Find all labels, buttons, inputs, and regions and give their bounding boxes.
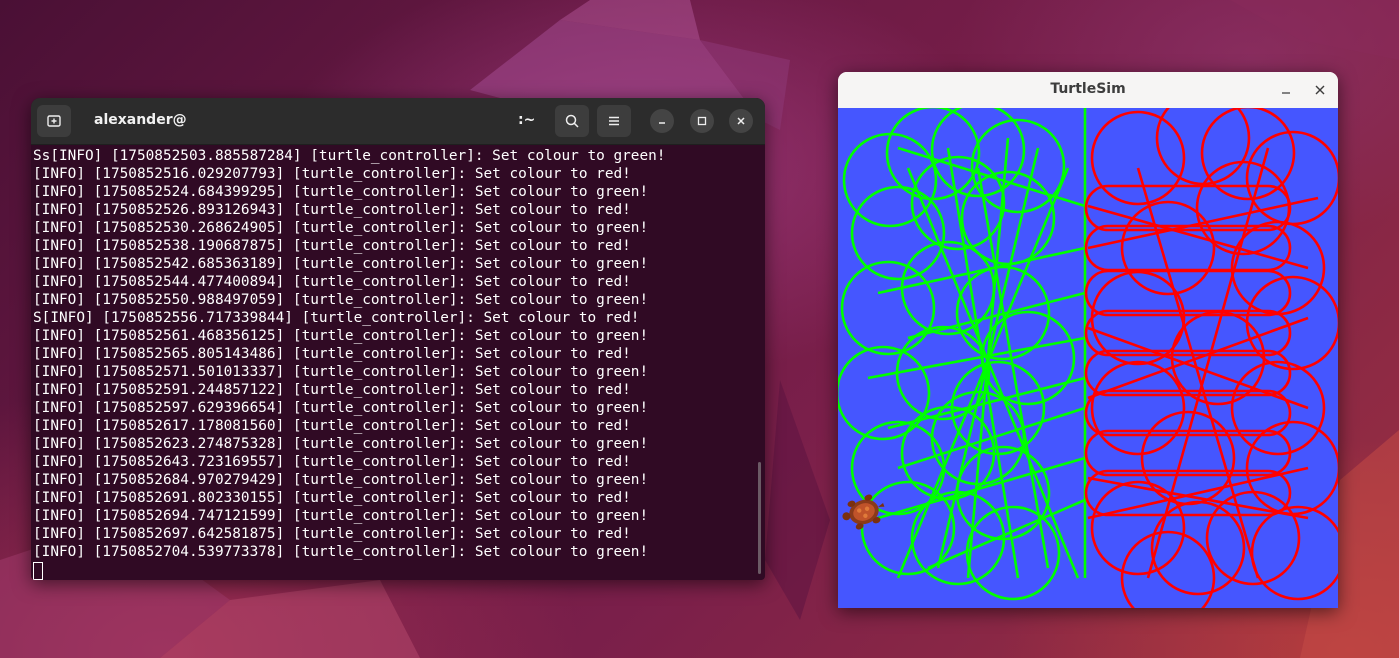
turtlesim-canvas bbox=[838, 108, 1338, 608]
minimize-icon bbox=[659, 122, 665, 124]
new-tab-icon bbox=[47, 115, 61, 127]
log-line: [INFO] [1750852691.802330155] [turtle_co… bbox=[33, 490, 631, 506]
search-button[interactable] bbox=[555, 105, 589, 137]
terminal-title: alexander@ bbox=[94, 112, 187, 128]
log-line: [INFO] [1750852704.539773378] [turtle_co… bbox=[33, 544, 649, 560]
turtlesim-title-bar: TurtleSim bbox=[838, 72, 1338, 109]
close-button[interactable] bbox=[729, 109, 753, 133]
log-line: [INFO] [1750852684.970279429] [turtle_co… bbox=[33, 472, 649, 488]
close-icon bbox=[1315, 85, 1325, 95]
minimize-icon bbox=[1282, 92, 1290, 94]
log-line: [INFO] [1750852565.805143486] [turtle_co… bbox=[33, 346, 631, 362]
terminal-header-bar: alexander@ :~ bbox=[31, 98, 765, 145]
turtlesim-close-button[interactable] bbox=[1310, 80, 1330, 100]
close-icon bbox=[737, 117, 745, 125]
maximize-icon bbox=[697, 116, 707, 126]
turtlesim-title: TurtleSim bbox=[1050, 81, 1126, 97]
log-line: [INFO] [1750852516.029207793] [turtle_co… bbox=[33, 166, 631, 182]
log-line: [INFO] [1750852591.244857122] [turtle_co… bbox=[33, 382, 631, 398]
log-line: [INFO] [1750852694.747121599] [turtle_co… bbox=[33, 508, 649, 524]
log-line: [INFO] [1750852542.685363189] [turtle_co… bbox=[33, 256, 649, 272]
log-line: S[INFO] [1750852556.717339844] [turtle_c… bbox=[33, 310, 640, 326]
new-tab-button[interactable] bbox=[37, 105, 71, 137]
hamburger-menu-icon bbox=[609, 116, 619, 126]
terminal-output[interactable]: Ss[INFO] [1750852503.885587284] [turtle_… bbox=[31, 145, 765, 580]
log-line: [INFO] [1750852561.468356125] [turtle_co… bbox=[33, 328, 649, 344]
log-line: [INFO] [1750852550.988497059] [turtle_co… bbox=[33, 292, 649, 308]
log-line: [INFO] [1750852697.642581875] [turtle_co… bbox=[33, 526, 631, 542]
log-line: [INFO] [1750852617.178081560] [turtle_co… bbox=[33, 418, 631, 434]
turtlesim-minimize-button[interactable] bbox=[1276, 80, 1296, 100]
log-line: [INFO] [1750852526.893126943] [turtle_co… bbox=[33, 202, 631, 218]
terminal-window[interactable]: alexander@ :~ Ss[INFO] [1750852503.88558… bbox=[31, 98, 765, 580]
log-output: Ss[INFO] [1750852503.885587284] [turtle_… bbox=[32, 147, 765, 561]
log-line: [INFO] [1750852571.501013337] [turtle_co… bbox=[33, 364, 649, 380]
turtlesim-window[interactable]: TurtleSim bbox=[838, 72, 1338, 608]
log-line: [INFO] [1750852538.190687875] [turtle_co… bbox=[33, 238, 631, 254]
search-icon bbox=[565, 114, 579, 128]
log-line: [INFO] [1750852530.268624905] [turtle_co… bbox=[33, 220, 649, 236]
log-line: Ss[INFO] [1750852503.885587284] [turtle_… bbox=[33, 148, 666, 164]
log-line: [INFO] [1750852623.274875328] [turtle_co… bbox=[33, 436, 649, 452]
terminal-path: :~ bbox=[518, 112, 536, 128]
minimize-button[interactable] bbox=[650, 109, 674, 133]
menu-button[interactable] bbox=[597, 105, 631, 137]
terminal-cursor bbox=[33, 562, 43, 580]
maximize-button[interactable] bbox=[690, 109, 714, 133]
log-line: [INFO] [1750852597.629396654] [turtle_co… bbox=[33, 400, 649, 416]
terminal-scrollbar[interactable] bbox=[758, 462, 761, 574]
log-line: [INFO] [1750852643.723169557] [turtle_co… bbox=[33, 454, 631, 470]
log-line: [INFO] [1750852544.477400894] [turtle_co… bbox=[33, 274, 631, 290]
log-line: [INFO] [1750852524.684399295] [turtle_co… bbox=[33, 184, 649, 200]
